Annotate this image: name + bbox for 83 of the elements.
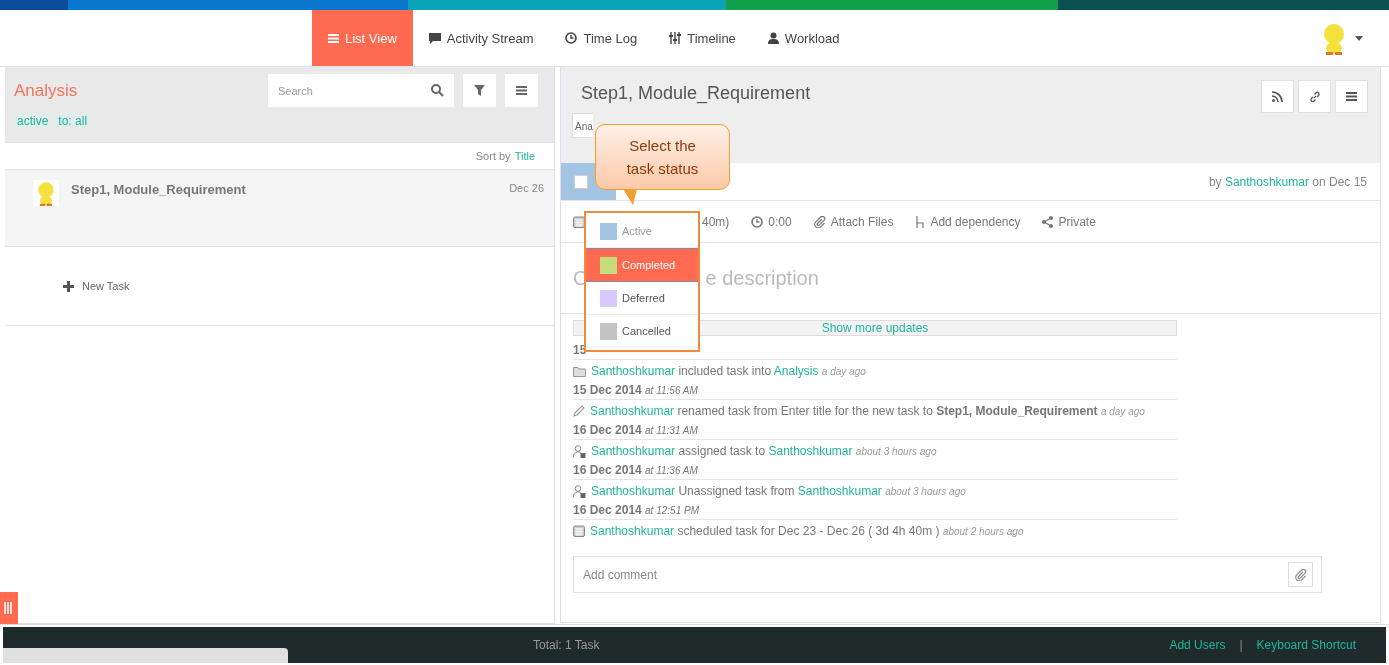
user-link[interactable]: Santhoshkumar (591, 364, 676, 378)
search-icon (431, 84, 444, 97)
list-icon (1346, 91, 1357, 102)
action-link[interactable]: Private (1042, 214, 1096, 229)
history-text: Santhoshkumar renamed task from Enter title for the new task to Step1, Module_Requirement a day ago (590, 404, 1145, 418)
footer-link[interactable]: Keyboard Shortcut (1256, 638, 1356, 652)
action-link[interactable]: Add dependency (915, 214, 1021, 229)
plus-icon (63, 280, 74, 292)
attach-button[interactable] (1288, 562, 1313, 587)
history-text: Santhoshkumar included task into Analysis a day ago (591, 364, 866, 378)
rss-icon (1272, 91, 1283, 102)
clock-icon (751, 215, 764, 228)
user-icon (767, 32, 779, 44)
bars-icon (4, 602, 14, 614)
list-title: Analysis (14, 80, 78, 101)
search-field[interactable]: Search (268, 74, 454, 107)
menu-button[interactable] (1335, 80, 1368, 113)
user-link[interactable]: Analysis (773, 364, 819, 378)
list-icon (328, 32, 339, 44)
link-icon (1308, 90, 1321, 103)
calendar-icon (573, 525, 585, 537)
history-text: Santhoshkumar assigned task to Santhoshkumar about 3 hours ago (591, 444, 937, 458)
separator-text: | (1239, 638, 1243, 652)
sliders-icon (669, 32, 682, 44)
new-task-button[interactable]: New Task (5, 247, 554, 326)
user-link[interactable]: Santhoshkumar (768, 444, 853, 458)
filter-button[interactable] (463, 74, 496, 107)
author-line: by Santhoshkumar on Dec 15 (1208, 174, 1367, 189)
nav-tab[interactable]: List View (312, 10, 413, 66)
history-date: 15 Dec 2014 at 11:56 AM (573, 382, 1177, 400)
panel-handle[interactable] (0, 592, 18, 624)
status-option[interactable]: Completed (586, 248, 698, 282)
hint-tooltip: Select the task status (595, 124, 730, 206)
rss-button[interactable] (1261, 80, 1294, 113)
history-date: 16 Dec 2014 at 12:51 PM (573, 502, 1177, 520)
action-link[interactable]: Attach Files (813, 214, 894, 229)
nav-tab[interactable]: Workload (751, 10, 856, 66)
user-link[interactable]: Santhoshkumar (590, 524, 675, 538)
branch-icon (915, 215, 926, 228)
paperclip-icon (1294, 568, 1307, 581)
user-link[interactable]: Santhoshkumar (591, 484, 676, 498)
sort-link[interactable]: Title (514, 150, 535, 162)
paperclip-icon (813, 215, 826, 228)
description-text[interactable]: e description (705, 266, 819, 290)
nav-tab[interactable]: Timeline (653, 10, 752, 66)
footer-link[interactable]: Add Users (1169, 638, 1226, 652)
share-icon (1042, 215, 1054, 228)
user-link[interactable]: Santhoshkumar (591, 444, 676, 458)
status-option[interactable]: Deferred (586, 282, 698, 315)
schedule-text: 40m) (702, 214, 730, 229)
comment-field[interactable]: Add comment (573, 556, 1322, 593)
history-date: 16 Dec 2014 at 11:31 AM (573, 422, 1177, 440)
user-link[interactable]: Santhoshkumar (797, 484, 882, 498)
time-spent[interactable]: 0:00 (751, 214, 792, 229)
speech-bubble-icon (428, 32, 441, 44)
clock-icon (565, 32, 578, 44)
nav-tab[interactable]: Time Log (549, 10, 654, 66)
filter-tag[interactable]: active (14, 112, 52, 130)
project-select[interactable]: Ana (572, 113, 593, 138)
sort-label: Sort by (475, 150, 511, 162)
menu-button[interactable] (505, 74, 538, 107)
history-text: Santhoshkumar Unassigned task from Santhoshkumar about 3 hours ago (591, 484, 966, 498)
history-text: Santhoshkumar scheduled task for Dec 23 - Dec 26 ( 3d 4h 40m ) about 2 hours ago (590, 524, 1024, 538)
task-title: Step1, Module_Requirement (71, 182, 246, 197)
nav-tab[interactable]: Activity Stream (412, 10, 550, 66)
task-title: Step1, Module_Requirement (581, 83, 811, 104)
task-row[interactable]: Step1, Module_Requirement Dec 26 (5, 170, 554, 247)
pencil-icon (573, 405, 585, 417)
status-option[interactable]: Cancelled (586, 315, 698, 348)
filter-icon (474, 85, 485, 96)
user-badge-icon (573, 444, 586, 458)
folder-icon (573, 365, 586, 377)
user-badge-icon (573, 484, 586, 498)
task-date: Dec 26 (509, 182, 544, 194)
checkbox[interactable] (574, 174, 588, 189)
list-icon (516, 85, 527, 96)
caret-icon[interactable] (1355, 35, 1363, 41)
history-date: 16 Dec 2014 at 11:36 AM (573, 462, 1177, 480)
user-link[interactable]: Santhoshkumar (1224, 174, 1309, 189)
avatar-icon (33, 180, 59, 206)
filter-tag[interactable]: to: all (55, 112, 91, 130)
user-link[interactable]: Santhoshkumar (590, 404, 675, 418)
task-total: Total: 1 Task (533, 638, 600, 652)
